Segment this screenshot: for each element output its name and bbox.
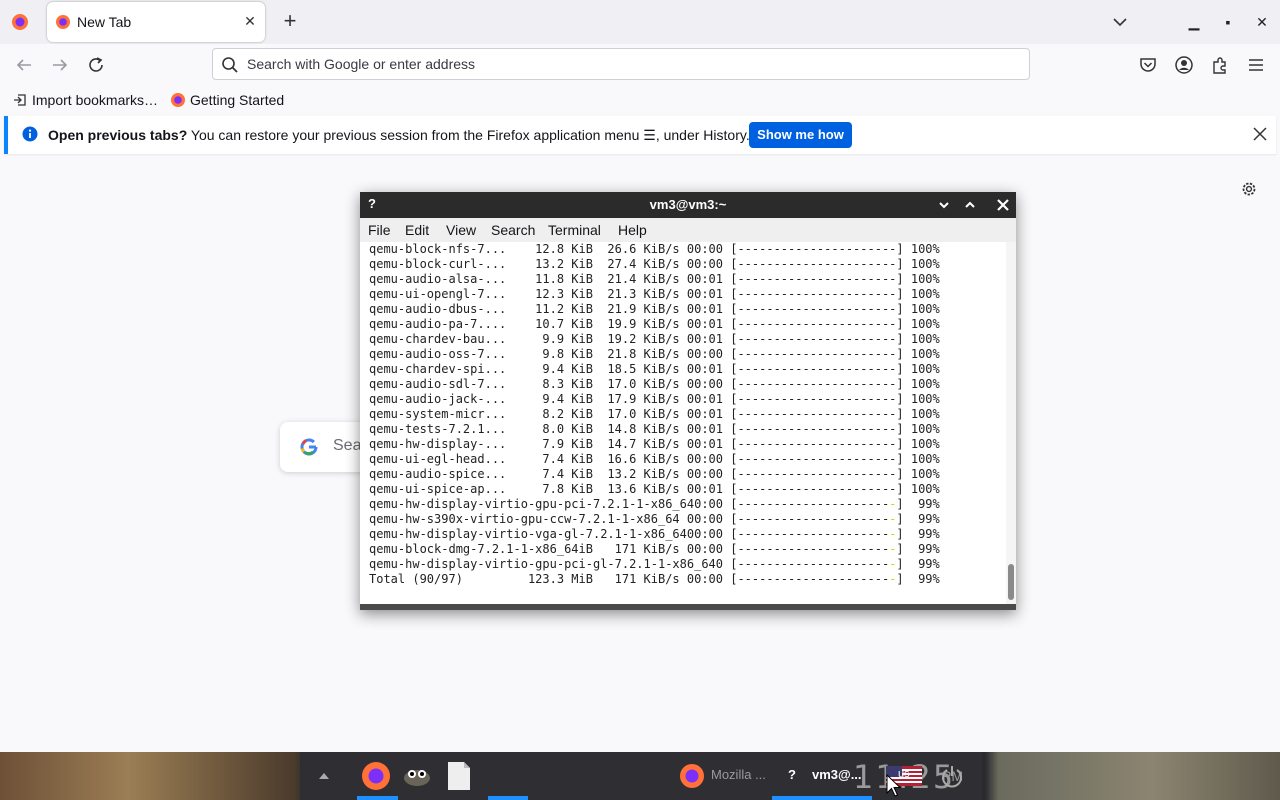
url-input[interactable] — [247, 49, 1007, 79]
terminal-line: qemu-audio-jack-... 9.4 KiB 17.9 KiB/s 0… — [369, 392, 940, 406]
taskbar-panel: 11:25 PM Mozilla ... ? vm3@... us — [300, 752, 982, 800]
bookmarks-toolbar: Import bookmarks… Getting Started — [0, 86, 1280, 114]
task-indicator — [357, 796, 398, 800]
firefox-icon[interactable] — [360, 760, 392, 792]
scrollbar-thumb[interactable] — [1008, 564, 1014, 600]
menu-file[interactable]: File — [368, 222, 391, 238]
terminal-line: qemu-audio-spice... 7.4 KiB 13.2 KiB/s 0… — [369, 467, 940, 481]
terminal-titlebar[interactable]: ? vm3@vm3:~ — [360, 192, 1016, 218]
terminal-line: qemu-hw-display-virtio-gpu-pci-gl-7.2.1-… — [369, 557, 940, 571]
terminal-title: vm3@vm3:~ — [649, 197, 727, 212]
terminal-line: Total (90/97) 123.3 MiB 171 KiB/s 00:00 … — [369, 572, 940, 586]
firefox-icon — [680, 764, 704, 788]
pocket-icon[interactable] — [1137, 54, 1159, 76]
task-indicator — [488, 796, 528, 800]
terminal-line: qemu-audio-alsa-... 11.8 KiB 21.4 KiB/s … — [369, 272, 940, 286]
task-indicator — [772, 796, 872, 800]
plus-icon[interactable]: + — [279, 10, 301, 32]
terminal-line: qemu-block-nfs-7... 12.8 KiB 26.6 KiB/s … — [369, 242, 940, 256]
terminal-line: qemu-ui-egl-head... 7.4 KiB 16.6 KiB/s 0… — [369, 452, 940, 466]
firefox-icon — [171, 93, 185, 107]
extensions-icon[interactable] — [1209, 54, 1231, 76]
tab-title: New Tab — [77, 14, 132, 30]
terminal-lines: qemu-block-nfs-7... 12.8 KiB 26.6 KiB/s … — [369, 242, 940, 587]
terminal-line: qemu-audio-oss-7... 9.8 KiB 21.8 KiB/s 0… — [369, 347, 940, 361]
close-icon[interactable]: ✕ — [241, 12, 259, 30]
tab-new-tab[interactable]: New Tab ✕ — [47, 2, 265, 42]
account-icon[interactable] — [1173, 54, 1195, 76]
import-icon — [14, 94, 26, 106]
menu-search[interactable]: Search — [491, 222, 535, 238]
reload-icon[interactable] — [85, 54, 107, 76]
close-window-icon[interactable]: ✕ — [1252, 12, 1272, 32]
tab-strip: New Tab ✕ + ▁ ▪ ✕ — [0, 0, 1280, 45]
google-g-icon — [300, 438, 318, 456]
taskbar: 11:25 PM Mozilla ... ? vm3@... us — [0, 752, 1280, 800]
bookmark-getting-started[interactable]: Getting Started — [190, 90, 284, 110]
chevron-up-icon[interactable] — [316, 768, 332, 784]
bookmark-import[interactable]: Import bookmarks… — [32, 90, 158, 110]
terminal-line: qemu-hw-display-virtio-vga-gl-7.2.1-1-x8… — [369, 527, 940, 541]
terminal-scrollbar[interactable] — [1006, 242, 1016, 604]
notification-message: Open previous tabs? You can restore your… — [48, 127, 750, 144]
google-search-placeholder: Sea — [333, 437, 362, 454]
task-firefox[interactable]: Mozilla ... — [711, 767, 766, 782]
terminal-line: qemu-tests-7.2.1... 8.0 KiB 14.8 KiB/s 0… — [369, 422, 940, 436]
chevron-down-icon[interactable] — [935, 196, 953, 214]
terminal-line: qemu-hw-s390x-virtio-gpu-ccw-7.2.1-1-x86… — [369, 512, 940, 526]
terminal-line: qemu-system-micr... 8.2 KiB 17.0 KiB/s 0… — [369, 407, 940, 421]
search-icon — [222, 57, 238, 73]
hamburger-menu-icon[interactable] — [1245, 54, 1267, 76]
firefox-menu-icon[interactable] — [8, 10, 32, 34]
document-icon[interactable] — [446, 760, 472, 792]
url-bar[interactable] — [212, 48, 1030, 80]
task-terminal[interactable]: vm3@... — [812, 767, 862, 782]
navigation-toolbar — [0, 44, 1280, 86]
maximize-icon[interactable]: ▪ — [1218, 12, 1238, 32]
minimize-icon[interactable]: ▁ — [1184, 12, 1204, 32]
chevron-down-icon[interactable] — [1110, 12, 1130, 32]
terminal-line: qemu-audio-pa-7.... 10.7 KiB 19.9 KiB/s … — [369, 317, 940, 331]
gimp-icon[interactable] — [400, 762, 434, 790]
terminal-line: qemu-block-curl-... 13.2 KiB 27.4 KiB/s … — [369, 257, 940, 271]
show-me-how-button[interactable]: Show me how — [749, 122, 852, 148]
terminal-menubar: File Edit View Search Terminal Help — [360, 218, 1016, 242]
terminal-line: qemu-block-dmg-7.2.1-1-x86_64iB 171 KiB/… — [369, 542, 940, 556]
close-icon[interactable] — [994, 196, 1012, 214]
notification-body: You can restore your previous session fr… — [187, 127, 750, 143]
gear-icon[interactable] — [1240, 180, 1258, 198]
terminal-bottom-border — [360, 604, 1016, 610]
terminal-line: qemu-chardev-spi... 9.4 KiB 18.5 KiB/s 0… — [369, 362, 940, 376]
menu-view[interactable]: View — [446, 222, 476, 238]
terminal-line: qemu-chardev-bau... 9.9 KiB 19.2 KiB/s 0… — [369, 332, 940, 346]
chevron-up-icon[interactable] — [961, 196, 979, 214]
info-icon — [22, 126, 38, 142]
terminal-line: qemu-ui-opengl-7... 12.3 KiB 21.3 KiB/s … — [369, 287, 940, 301]
menu-terminal[interactable]: Terminal — [548, 222, 601, 238]
task-terminal-icon: ? — [788, 767, 796, 782]
terminal-line: qemu-ui-spice-ap... 7.8 KiB 13.6 KiB/s 0… — [369, 482, 940, 496]
firefox-tab-icon — [56, 15, 70, 29]
menu-edit[interactable]: Edit — [405, 222, 429, 238]
restore-session-notification: Open previous tabs? You can restore your… — [4, 116, 1276, 154]
forward-arrow-icon[interactable] — [49, 54, 71, 76]
terminal-line: qemu-audio-dbus-... 11.2 KiB 21.9 KiB/s … — [369, 302, 940, 316]
terminal-line: qemu-audio-sdl-7... 8.3 KiB 17.0 KiB/s 0… — [369, 377, 940, 391]
close-icon[interactable] — [1250, 124, 1270, 144]
menu-help[interactable]: Help — [618, 222, 647, 238]
terminal-line: qemu-hw-display-virtio-gpu-pci-7.2.1-1-x… — [369, 497, 940, 511]
terminal-output[interactable]: qemu-block-nfs-7... 12.8 KiB 26.6 KiB/s … — [360, 242, 1006, 604]
power-icon[interactable] — [938, 762, 966, 790]
terminal-line: qemu-hw-display-... 7.9 KiB 14.7 KiB/s 0… — [369, 437, 940, 451]
mouse-cursor-icon — [886, 774, 902, 797]
back-arrow-icon[interactable] — [13, 54, 35, 76]
terminal-window[interactable]: ? vm3@vm3:~ File Edit View Search Termin… — [360, 192, 1016, 610]
notification-title: Open previous tabs? — [48, 127, 188, 143]
